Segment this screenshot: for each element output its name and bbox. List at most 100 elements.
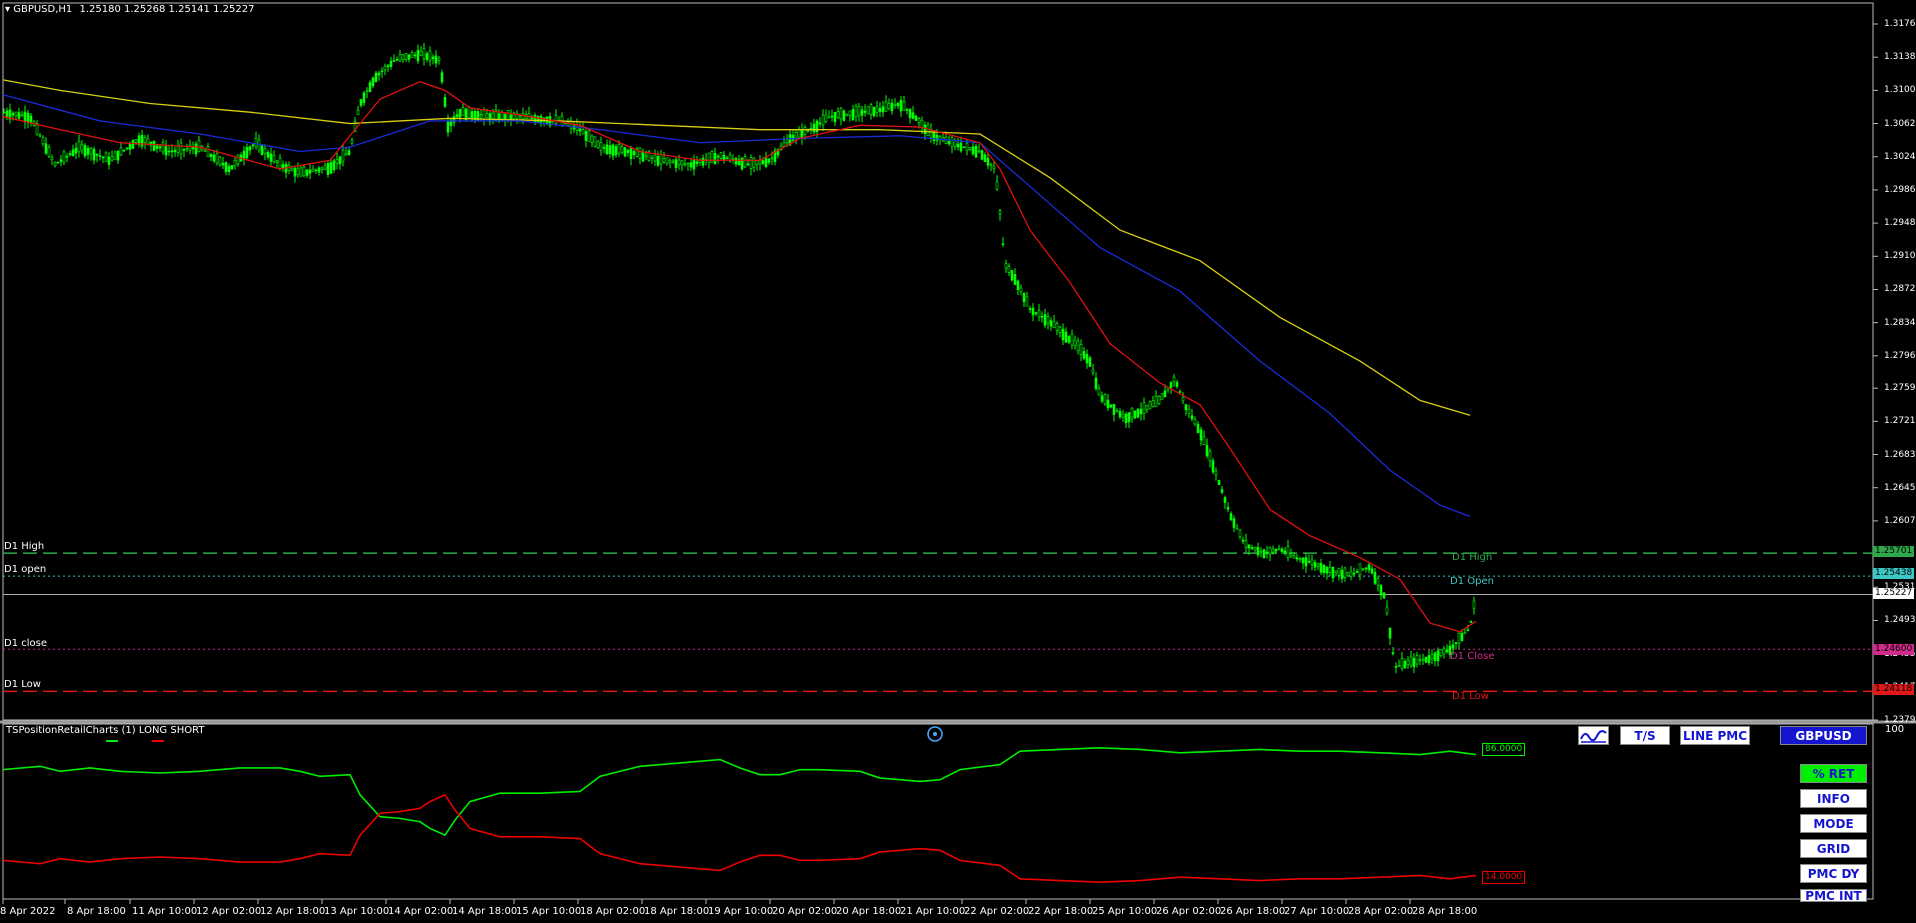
symbol-button[interactable]: GBPUSD (1780, 726, 1867, 745)
chart-canvas[interactable] (0, 0, 1916, 923)
candle (239, 152, 243, 162)
pmc-int-button[interactable]: PMC INT (1800, 889, 1867, 902)
chart-window[interactable]: ▾ GBPUSD,H1 1.25180 1.25268 1.25141 1.25… (0, 0, 1916, 923)
time-tick-label: 11 Apr 10:00 (132, 906, 198, 917)
candle (569, 116, 573, 135)
grid-button[interactable]: GRID (1800, 839, 1867, 858)
candle (464, 107, 468, 122)
candle (1409, 650, 1413, 669)
candle (977, 144, 981, 154)
candle (1067, 335, 1071, 345)
candle (1124, 411, 1128, 428)
candle (809, 122, 813, 135)
candle (212, 149, 216, 164)
candle (629, 146, 633, 166)
wave-button[interactable] (1578, 726, 1609, 745)
candle (1193, 416, 1197, 427)
candle (428, 46, 432, 67)
candle (1172, 373, 1176, 387)
candle (1226, 502, 1230, 513)
candle (446, 114, 450, 137)
candle (773, 147, 777, 166)
candle (344, 147, 348, 156)
pmc-dy-button[interactable]: PMC DY (1800, 864, 1867, 883)
candle (389, 56, 393, 70)
candle (827, 110, 831, 119)
candle (242, 146, 246, 166)
candle (536, 115, 540, 124)
candle (1214, 467, 1218, 481)
candle (1388, 627, 1392, 645)
time-tick-label: 20 Apr 18:00 (836, 906, 902, 917)
candle (305, 169, 309, 178)
candle (881, 101, 885, 118)
candle (1196, 421, 1200, 434)
candle (404, 53, 408, 63)
candle (686, 162, 690, 171)
candle (845, 113, 849, 117)
line-pmc-button[interactable]: LINE PMC (1680, 726, 1750, 745)
candle (1385, 600, 1389, 616)
candle (41, 135, 45, 147)
candle (1235, 523, 1239, 530)
time-tick-label: 14 Apr 18:00 (452, 906, 518, 917)
candle (611, 143, 615, 161)
candle (1394, 662, 1398, 674)
candle (299, 164, 303, 177)
candle (1298, 556, 1302, 563)
candle (755, 160, 759, 171)
short-value-tag: 14.0000 (1482, 871, 1526, 884)
price-tick-label: 1.30620 (1884, 118, 1916, 129)
candle (671, 159, 675, 164)
candle (383, 63, 387, 76)
candle (1025, 291, 1029, 307)
candle (866, 105, 870, 115)
candle (887, 98, 891, 111)
candle (395, 56, 399, 61)
candle (791, 130, 795, 142)
candle (263, 144, 267, 161)
candle (923, 121, 927, 140)
candle (1115, 408, 1119, 413)
candle (56, 161, 60, 164)
info-button[interactable]: INFO (1800, 789, 1867, 808)
candle (929, 123, 933, 143)
candle (92, 146, 96, 165)
dropdown-triangle-icon[interactable]: ▾ (5, 4, 10, 15)
price-tick-label: 1.26450 (1884, 482, 1916, 493)
time-tick-label: 8 Apr 18:00 (67, 906, 126, 917)
candle (440, 69, 444, 85)
time-tick-label: 13 Apr 10:00 (324, 906, 390, 917)
candle (869, 102, 873, 120)
candle (602, 143, 606, 153)
time-tick-label: 22 Apr 18:00 (1028, 906, 1094, 917)
d1-low-left-label: D1 Low (4, 679, 41, 690)
candle (950, 136, 954, 154)
candle (701, 154, 705, 169)
time-tick-label: 26 Apr 18:00 (1220, 906, 1286, 917)
ret-button[interactable]: % RET (1800, 764, 1867, 783)
candle (1313, 559, 1317, 571)
candle (17, 107, 21, 120)
candle (1208, 448, 1212, 468)
candle (782, 136, 786, 147)
candle (251, 143, 255, 150)
mode-button[interactable]: MODE (1800, 814, 1867, 833)
candle (899, 96, 903, 117)
candle (1094, 372, 1098, 391)
candle (902, 95, 906, 111)
d1-close-right-label: D1 Close (1450, 651, 1495, 662)
candle (1046, 312, 1050, 330)
candle (674, 157, 678, 173)
ts-button[interactable]: T/S (1620, 726, 1670, 745)
candle (254, 131, 258, 150)
candle (260, 143, 264, 156)
candle (1253, 546, 1257, 553)
candle (632, 148, 636, 160)
candle (1007, 263, 1011, 277)
candle (896, 102, 900, 109)
candle (248, 145, 252, 156)
candle (125, 147, 129, 151)
candle (1013, 268, 1017, 286)
candle (980, 149, 984, 161)
